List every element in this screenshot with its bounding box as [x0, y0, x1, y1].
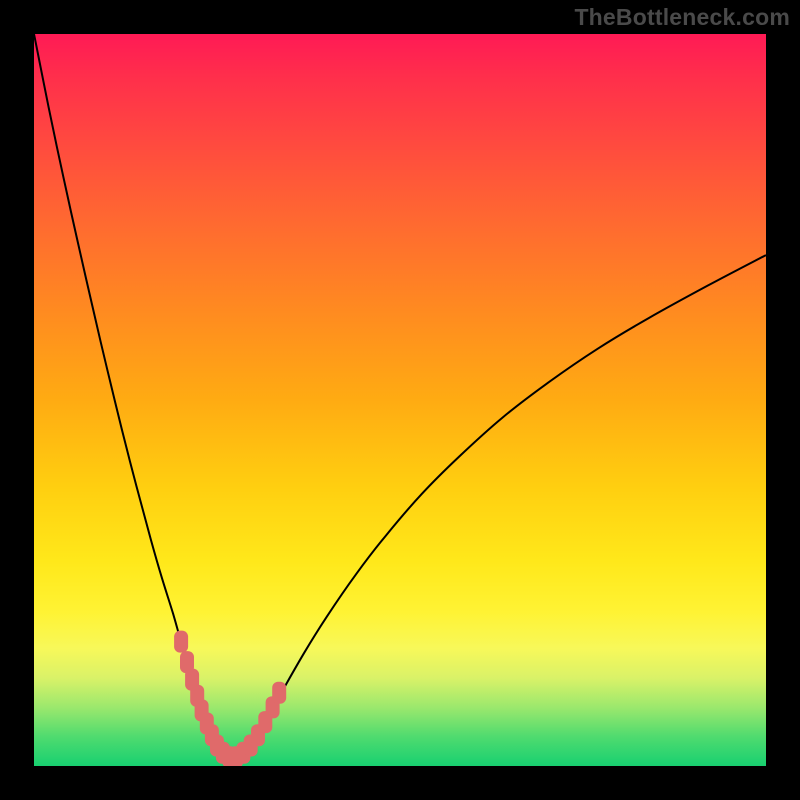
marker-group [174, 631, 286, 766]
watermark-text: TheBottleneck.com [574, 4, 790, 31]
bottleneck-curve [34, 34, 766, 759]
curve-marker [174, 631, 188, 653]
outer-frame: TheBottleneck.com [0, 0, 800, 800]
curve-svg [34, 34, 766, 766]
plot-area [34, 34, 766, 766]
curve-marker [272, 682, 286, 704]
